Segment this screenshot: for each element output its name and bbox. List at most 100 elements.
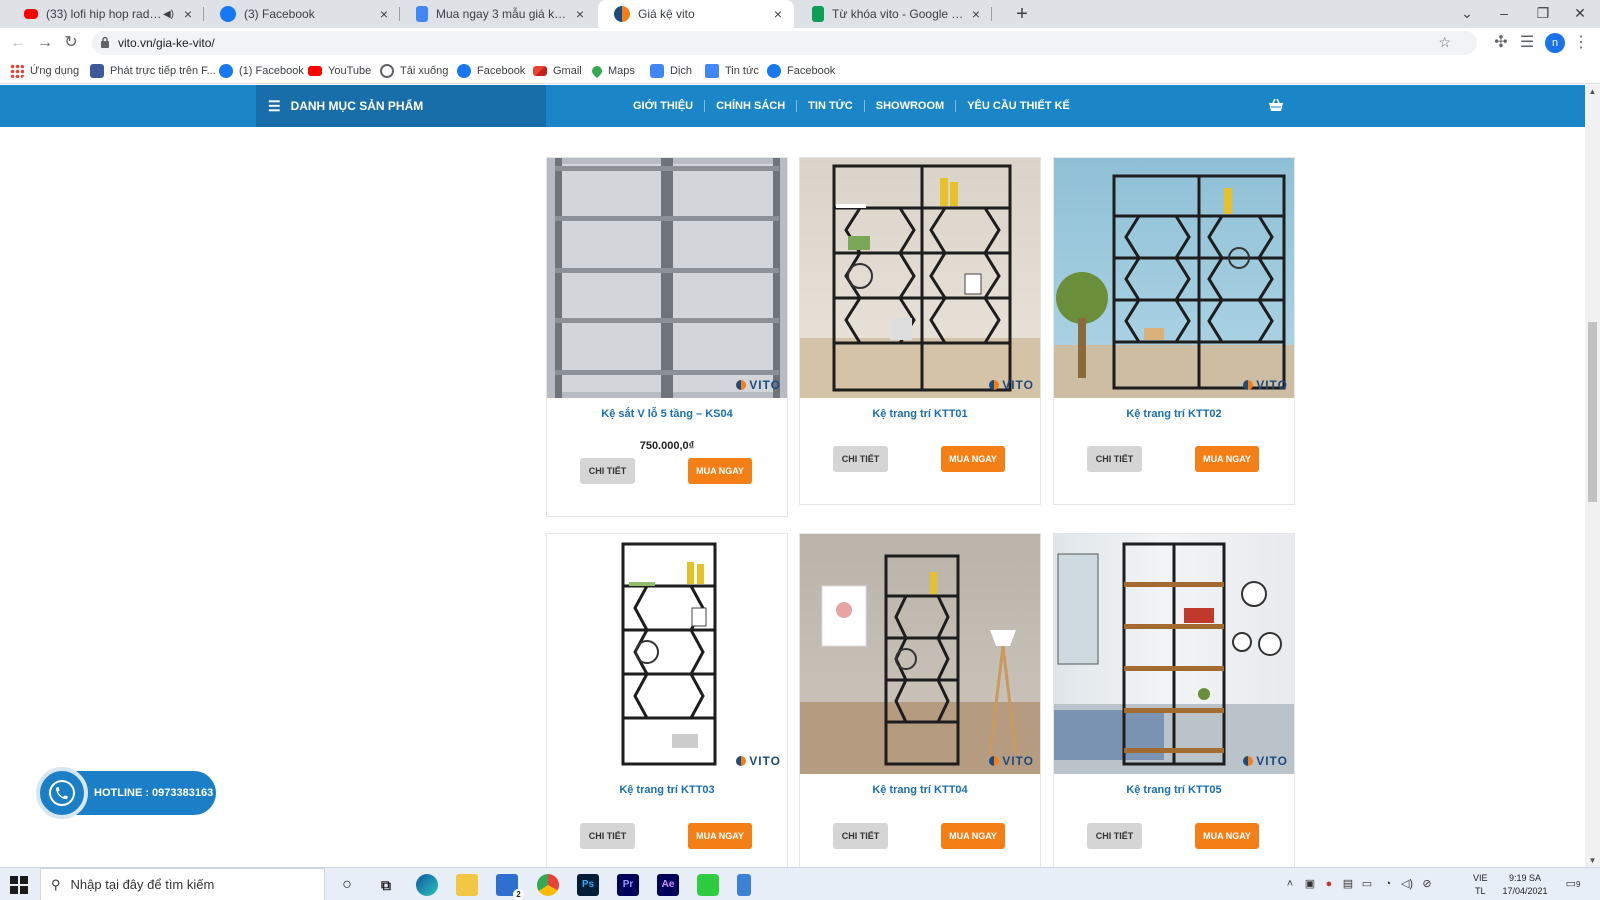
close-icon[interactable]: × [180, 6, 196, 22]
bookmark-facebook-2[interactable]: Facebook [457, 63, 525, 79]
product-image[interactable]: VITO [1054, 534, 1294, 774]
mail-icon[interactable]: 2 [496, 874, 524, 900]
bookmark-gmail[interactable]: Gmail [533, 63, 582, 79]
tab-youtube[interactable]: (33) lofi hip hop radio - beats ◀) × [8, 0, 204, 28]
extensions-icon[interactable]: ✣ [1492, 34, 1510, 52]
buy-now-button[interactable]: MUA NGAY [941, 823, 1005, 849]
bookmark-maps[interactable]: Maps [589, 63, 635, 79]
buy-now-button[interactable]: MUA NGAY [688, 458, 752, 484]
tab-gia-ke-vito[interactable]: Giá kệ vito × [598, 0, 794, 28]
bookmark-star-icon[interactable]: ☆ [1438, 34, 1451, 51]
battery-icon[interactable]: ▭ [1360, 877, 1374, 891]
url-text: vito.vn/gia-ke-vito/ [118, 36, 215, 50]
reload-icon[interactable]: ↻ [62, 34, 80, 52]
wifi-icon[interactable]: ◔ [1381, 877, 1395, 891]
product-image[interactable]: VITO [1054, 158, 1294, 398]
minimize-button[interactable]: – [1484, 0, 1524, 28]
new-tab-button[interactable]: + [1010, 0, 1034, 28]
premiere-icon[interactable]: Pr [617, 874, 639, 896]
scroll-up-icon[interactable]: ▲ [1588, 87, 1597, 96]
after-effects-icon[interactable]: Ae [657, 874, 679, 896]
phone-app-icon[interactable] [737, 874, 751, 896]
product-title[interactable]: Kệ trang trí KTT05 [1054, 784, 1294, 796]
product-image[interactable]: VITO [547, 158, 787, 398]
detail-button[interactable]: CHI TIẾT [1087, 823, 1142, 849]
category-menu-button[interactable]: ☰ DANH MỤC SẢN PHẨM [256, 85, 546, 127]
buy-now-button[interactable]: MUA NGAY [688, 823, 752, 849]
forward-icon[interactable]: → [36, 34, 54, 52]
product-title[interactable]: Kệ trang trí KTT01 [800, 408, 1040, 420]
back-icon[interactable]: ← [9, 34, 27, 52]
nav-policy[interactable]: CHÍNH SÁCH [705, 100, 798, 112]
maximize-button[interactable]: ❐ [1523, 0, 1563, 28]
tab-sheets[interactable]: Từ khóa vito - Google Trang tính × [796, 0, 992, 28]
cortana-icon[interactable]: ○ [336, 874, 358, 896]
speaker-icon[interactable]: ◀) [163, 9, 174, 20]
file-explorer-icon[interactable] [456, 874, 478, 896]
bookmark-translate[interactable]: Dịch [650, 63, 692, 79]
menu-kebab-icon[interactable]: ⋮ [1572, 34, 1590, 52]
close-icon[interactable]: × [376, 6, 392, 22]
browser-toolbar: ← → ↻ vito.vn/gia-ke-vito/ ☆ ✣ ☰ n ⋮ [0, 28, 1600, 58]
buy-now-button[interactable]: MUA NGAY [941, 446, 1005, 472]
edge-icon[interactable] [416, 874, 438, 896]
windows-start-icon[interactable] [10, 876, 28, 894]
photoshop-icon[interactable]: Ps [577, 874, 599, 896]
hotline-button[interactable]: HOTLINE : 0973383163 [36, 767, 216, 819]
clock[interactable]: 9:19 SA 17/04/2021 [1500, 872, 1550, 898]
product-image[interactable]: VITO [547, 534, 787, 774]
product-image[interactable]: VITO [800, 534, 1040, 774]
task-view-icon[interactable]: ⧉ [375, 874, 397, 896]
detail-button[interactable]: CHI TIẾT [1087, 446, 1142, 472]
close-icon[interactable]: × [968, 6, 984, 22]
product-title[interactable]: Kệ trang trí KTT02 [1054, 408, 1294, 420]
tray-app-icon[interactable]: ▤ [1341, 877, 1355, 891]
nav-about[interactable]: GIỚI THIỆU [622, 100, 706, 112]
cart-icon[interactable] [1268, 98, 1284, 114]
detail-button[interactable]: CHI TIẾT [580, 823, 635, 849]
tab-docs[interactable]: Mua ngay 3 mẫu giá kệ đặc biệt × [400, 0, 596, 28]
nav-news[interactable]: TIN TỨC [797, 100, 865, 112]
bookmark-youtube[interactable]: YouTube [308, 63, 371, 79]
nav-design-request[interactable]: YÊU CẦU THIẾT KẾ [956, 100, 1081, 112]
product-image[interactable]: VITO [800, 158, 1040, 398]
buy-now-button[interactable]: MUA NGAY [1195, 446, 1259, 472]
chrome-icon[interactable] [537, 874, 559, 896]
tray-up-arrow-icon[interactable]: ˄ [1283, 877, 1297, 891]
line-chat-icon[interactable] [697, 874, 719, 896]
tray-meet-icon[interactable]: ▣ [1303, 877, 1317, 891]
product-title[interactable]: Kệ sắt V lỗ 5 tầng – KS04 [547, 408, 787, 420]
detail-button[interactable]: CHI TIẾT [833, 446, 888, 472]
scroll-down-icon[interactable]: ▼ [1588, 856, 1597, 865]
tab-search-icon[interactable]: ⌄ [1447, 0, 1487, 28]
sheets-icon [812, 6, 824, 22]
language-indicator[interactable]: VIE TL [1473, 872, 1488, 898]
buy-now-button[interactable]: MUA NGAY [1195, 823, 1259, 849]
bookmark-downloads[interactable]: Tải xuống [380, 63, 448, 79]
notification-center-icon[interactable]: ▭9 [1562, 877, 1584, 891]
reading-list-icon[interactable]: ☰ [1518, 34, 1536, 52]
close-icon[interactable]: × [572, 6, 588, 22]
close-window-button[interactable]: ✕ [1560, 0, 1600, 28]
detail-button[interactable]: CHI TIẾT [580, 458, 635, 484]
page-scrollbar[interactable]: ▲ ▼ [1585, 85, 1600, 867]
product-title[interactable]: Kệ trang trí KTT03 [547, 784, 787, 796]
volume-icon[interactable]: ◁) [1400, 877, 1414, 891]
address-bar[interactable]: vito.vn/gia-ke-vito/ ☆ [92, 31, 1477, 55]
bookmark-live-facebook[interactable]: Phát trực tiếp trên F... [90, 63, 216, 79]
close-icon[interactable]: × [770, 6, 786, 22]
product-card: VITO Kệ trang trí KTT05 CHI TIẾT MUA NGA… [1053, 533, 1295, 867]
no-network-icon[interactable]: ⊘ [1420, 877, 1434, 891]
scrollbar-thumb[interactable] [1588, 322, 1597, 502]
bookmark-news[interactable]: Tin tức [705, 63, 759, 79]
detail-button[interactable]: CHI TIẾT [833, 823, 888, 849]
product-title[interactable]: Kệ trang trí KTT04 [800, 784, 1040, 796]
tray-security-icon[interactable]: ● [1322, 877, 1336, 891]
nav-showroom[interactable]: SHOWROOM [865, 100, 957, 112]
tab-facebook[interactable]: (3) Facebook × [204, 0, 400, 28]
bookmark-facebook-3[interactable]: Facebook [767, 63, 835, 79]
profile-avatar[interactable]: n [1545, 33, 1565, 53]
bookmark-facebook-1[interactable]: (1) Facebook [219, 63, 304, 79]
taskbar-search-box[interactable]: ⚲ Nhập tại đây để tìm kiếm [40, 868, 325, 900]
bookmark-apps[interactable]: Ứng dụng [10, 63, 79, 79]
